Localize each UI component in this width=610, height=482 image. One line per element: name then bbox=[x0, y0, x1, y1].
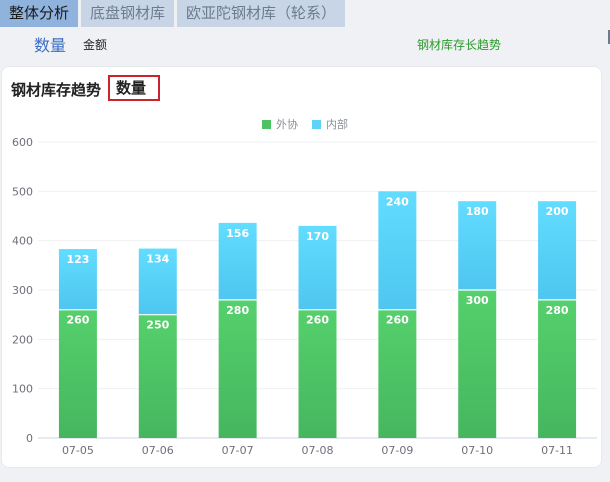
y-tick-label: 400 bbox=[12, 235, 33, 248]
y-tick-label: 500 bbox=[12, 185, 33, 198]
bar-outsourced bbox=[538, 299, 577, 438]
legend-swatch bbox=[262, 120, 271, 129]
x-tick-label: 07-09 bbox=[381, 444, 413, 457]
bar-outsourced bbox=[378, 309, 417, 438]
data-label-outsourced: 280 bbox=[226, 304, 249, 317]
data-label-internal: 123 bbox=[66, 253, 89, 266]
data-label-outsourced: 260 bbox=[66, 314, 89, 327]
bar-outsourced bbox=[138, 314, 177, 438]
x-tick-label: 07-08 bbox=[302, 444, 334, 457]
data-label-outsourced: 260 bbox=[306, 314, 329, 327]
data-label-internal: 240 bbox=[386, 195, 409, 208]
data-label-outsourced: 300 bbox=[466, 294, 489, 307]
x-tick-label: 07-07 bbox=[222, 444, 254, 457]
y-tick-label: 0 bbox=[26, 432, 33, 445]
bar-outsourced bbox=[218, 299, 257, 438]
data-label-internal: 156 bbox=[226, 227, 249, 240]
data-label-internal: 134 bbox=[146, 253, 169, 266]
x-tick-label: 07-05 bbox=[62, 444, 94, 457]
data-label-internal: 200 bbox=[546, 205, 569, 218]
bar-outsourced bbox=[298, 309, 337, 438]
stacked-bar-chart: 0 100 200 300 400 500 600 外协 内部 260 123 07-05 250 134… bbox=[12, 117, 597, 457]
legend-label: 内部 bbox=[326, 117, 348, 131]
data-label-internal: 180 bbox=[466, 205, 489, 218]
x-tick-label: 07-10 bbox=[461, 444, 493, 457]
y-tick-label: 300 bbox=[12, 284, 33, 297]
x-tick-label: 07-06 bbox=[142, 444, 174, 457]
data-label-outsourced: 250 bbox=[146, 319, 169, 332]
bar-internal bbox=[378, 191, 417, 310]
x-tick-label: 07-11 bbox=[541, 444, 573, 457]
y-tick-label: 100 bbox=[12, 383, 33, 396]
data-label-internal: 170 bbox=[306, 230, 329, 243]
data-label-outsourced: 280 bbox=[546, 304, 569, 317]
y-tick-label: 600 bbox=[12, 136, 33, 149]
y-tick-label: 200 bbox=[12, 333, 33, 346]
bar-outsourced bbox=[58, 309, 97, 438]
data-label-outsourced: 260 bbox=[386, 314, 409, 327]
legend-swatch bbox=[312, 120, 321, 129]
bar-outsourced bbox=[458, 290, 497, 438]
legend-label: 外协 bbox=[276, 117, 298, 131]
